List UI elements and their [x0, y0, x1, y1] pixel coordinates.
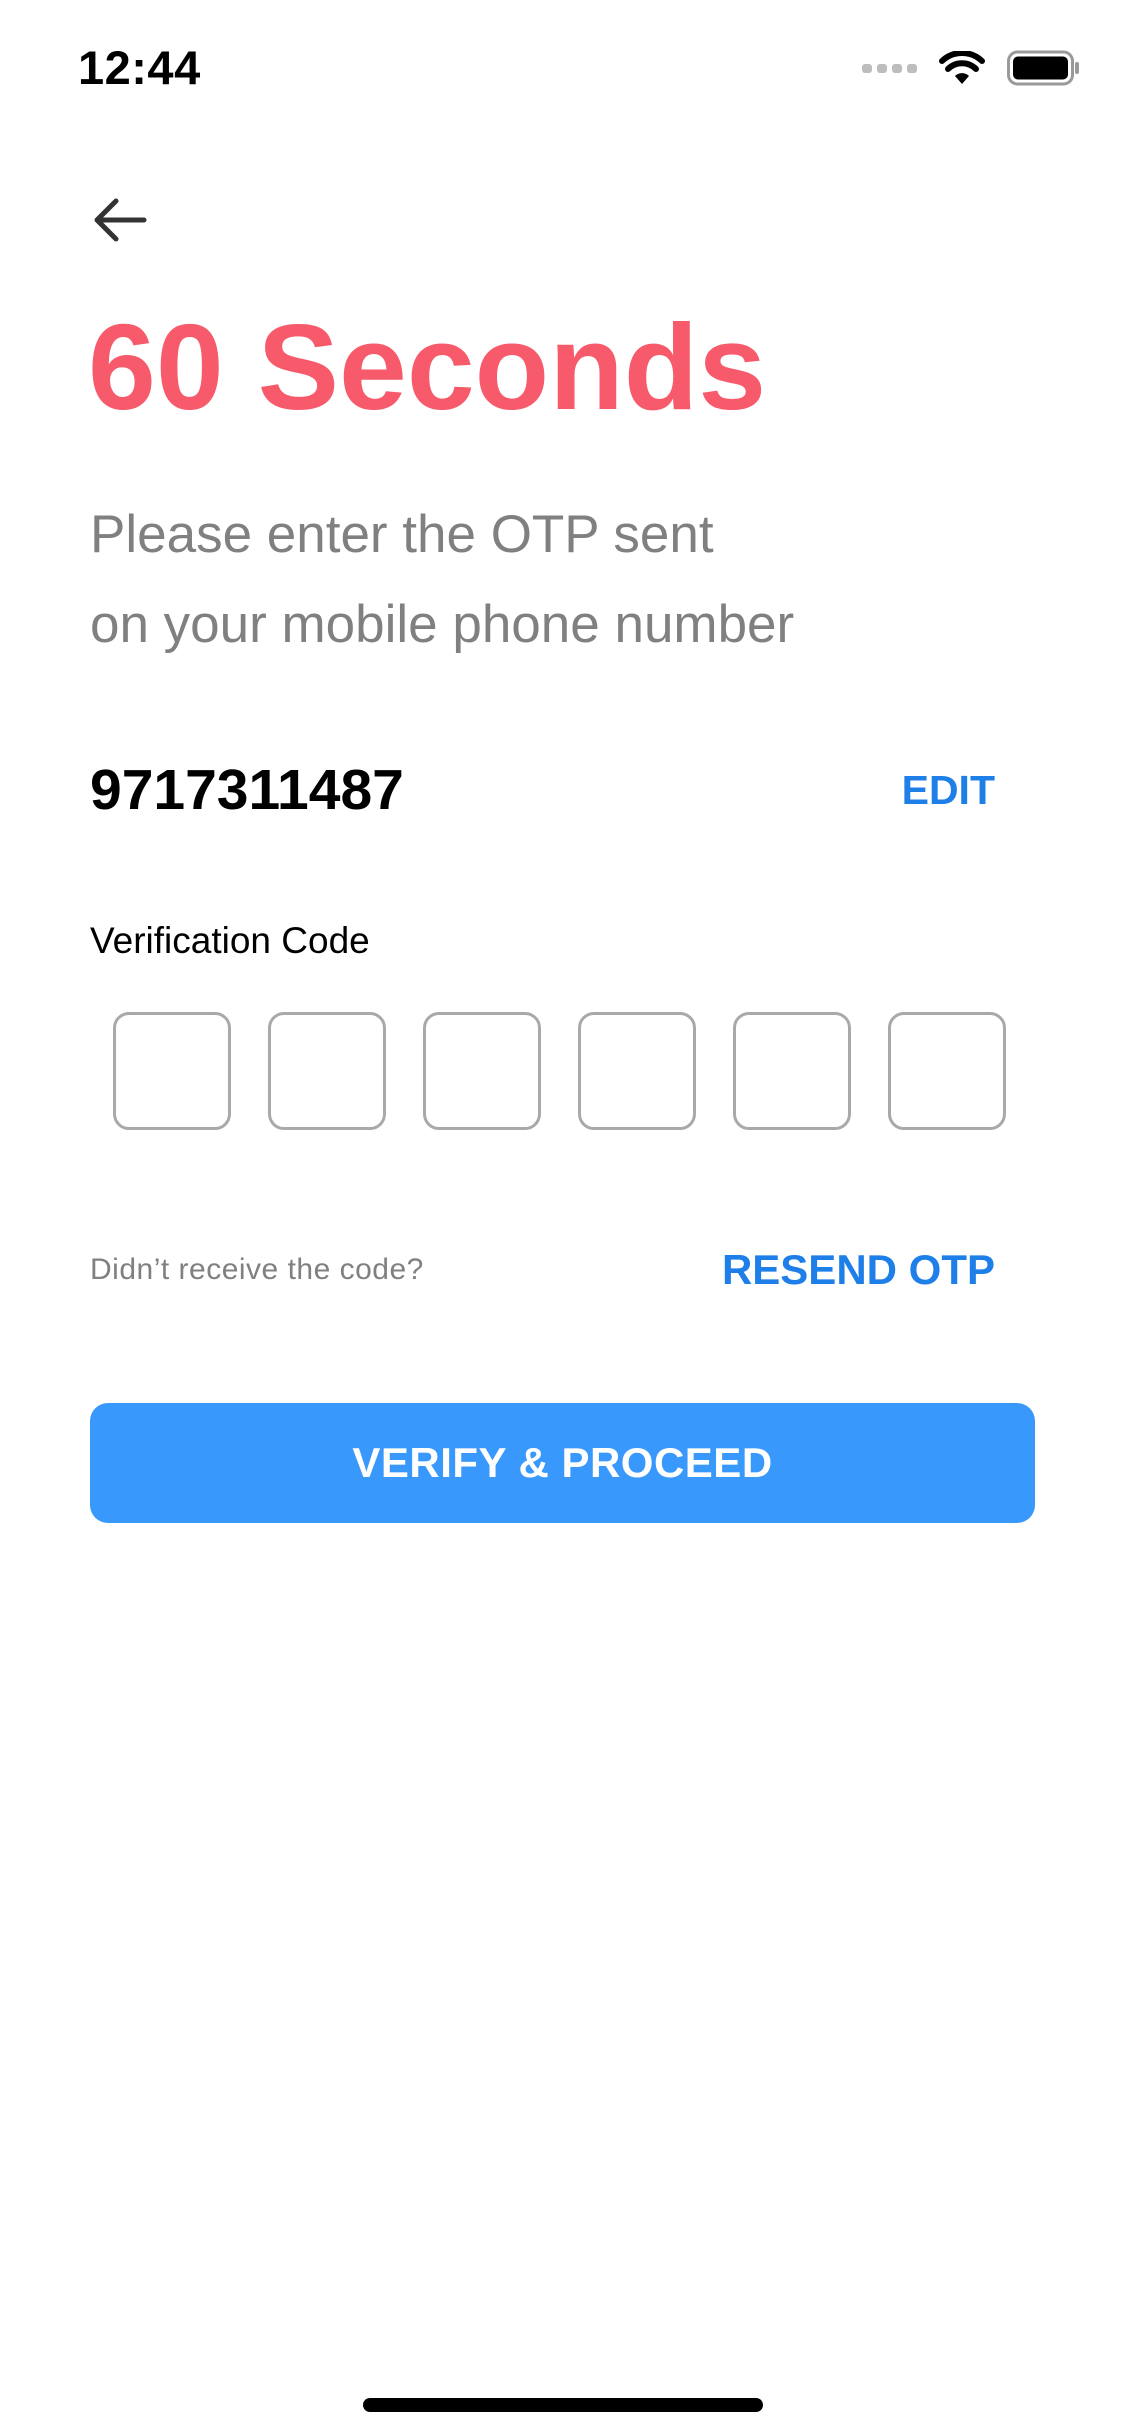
phone-number: 9717311487: [90, 758, 404, 822]
otp-digit-6[interactable]: [888, 1012, 1006, 1130]
phone-row: 9717311487 EDIT: [90, 750, 995, 830]
otp-digit-4[interactable]: [578, 1012, 696, 1130]
wifi-icon: [939, 51, 985, 84]
resend-prompt: Didn’t receive the code?: [90, 1253, 424, 1286]
edit-phone-button[interactable]: EDIT: [902, 767, 995, 814]
instructions-line-2: on your mobile phone number: [90, 595, 795, 654]
instructions-line-1: Please enter the OTP sent: [90, 505, 714, 564]
verify-proceed-label: VERIFY & PROCEED: [352, 1439, 773, 1486]
otp-digit-2[interactable]: [268, 1012, 386, 1130]
verify-proceed-button[interactable]: VERIFY & PROCEED: [90, 1403, 1035, 1523]
verification-code-label: Verification Code: [90, 920, 370, 961]
resend-row: Didn’t receive the code? RESEND OTP: [90, 1240, 995, 1300]
status-icons: [862, 50, 1081, 86]
cellular-signal-icon: [862, 63, 917, 73]
otp-digit-5[interactable]: [733, 1012, 851, 1130]
arrow-left-icon: [94, 198, 147, 242]
battery-icon: [1007, 50, 1079, 86]
status-bar: 12:44: [0, 0, 1125, 132]
back-button[interactable]: [80, 180, 160, 260]
otp-input-group: [113, 1012, 1006, 1130]
resend-otp-button[interactable]: RESEND OTP: [722, 1246, 995, 1294]
status-time: 12:44: [78, 41, 201, 94]
countdown-title: 60 Seconds: [88, 299, 767, 435]
otp-digit-3[interactable]: [423, 1012, 541, 1130]
otp-digit-1[interactable]: [113, 1012, 231, 1130]
home-indicator[interactable]: [363, 2398, 763, 2412]
instructions-text: Please enter the OTP sent on your mobile…: [90, 490, 990, 670]
